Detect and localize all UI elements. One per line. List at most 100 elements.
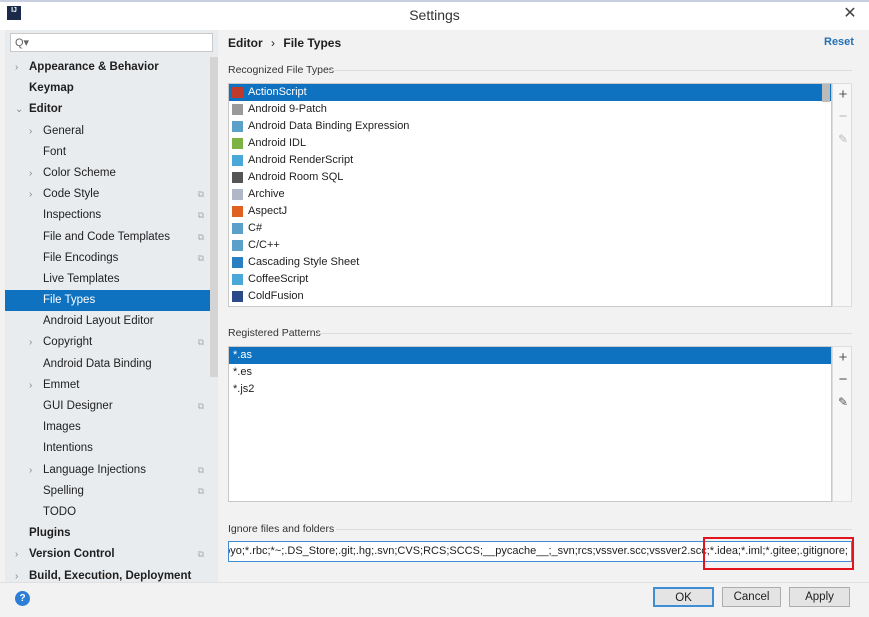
list-item-label: *.as [233, 349, 252, 361]
list-item[interactable]: Archive [229, 186, 831, 203]
file-type-icon [232, 138, 243, 149]
file-type-icon [232, 206, 243, 217]
list-item-label: ColdFusion [248, 290, 304, 302]
sidebar-item-code-style[interactable]: › Code Style ⧉ [5, 184, 210, 205]
recognized-file-types-list: ActionScript Android 9-Patch Android Data … [228, 83, 832, 307]
ignore-label: Ignore files and folders [228, 523, 335, 535]
sidebar-item-file-encodings[interactable]: File Encodings ⧉ [5, 248, 210, 269]
project-scope-icon: ⧉ [197, 210, 204, 221]
sidebar-item-plugins[interactable]: Plugins [5, 523, 210, 544]
list-item[interactable]: Android RenderScript [229, 152, 831, 169]
chevron-right-icon[interactable]: › [29, 332, 32, 353]
chevron-right-icon[interactable]: › [15, 566, 18, 587]
list-item[interactable]: CoffeeScript [229, 271, 831, 288]
breadcrumb: Editor › File Types [228, 36, 341, 50]
list-item[interactable]: C/C++ [229, 237, 831, 254]
sidebar-item-gui-designer[interactable]: GUI Designer ⧉ [5, 396, 210, 417]
sidebar-item-editor[interactable]: ⌄ Editor [5, 99, 210, 120]
list-item-label: CoffeeScript [248, 273, 309, 285]
list-item-label: Cascading Style Sheet [248, 256, 360, 268]
settings-tree: › Appearance & Behavior Keymap ⌄ Editor › Gene… [5, 57, 218, 587]
window-title: Settings [409, 7, 460, 23]
sidebar-item-label: Font [43, 145, 67, 158]
sidebar-item-images[interactable]: Images [5, 417, 210, 438]
search-input[interactable]: Q▾ [10, 33, 213, 52]
sidebar-item-label: Appearance & Behavior [29, 61, 159, 73]
sidebar-item-file-and-code-templates[interactable]: File and Code Templates ⧉ [5, 227, 210, 248]
sidebar-item-label: Android Data Binding [43, 357, 152, 370]
chevron-right-icon[interactable]: › [15, 544, 18, 565]
list-item[interactable]: *.as [229, 347, 831, 364]
sidebar-item-label: Editor [29, 103, 63, 116]
list-item[interactable]: Android Data Binding Expression [229, 118, 831, 135]
list-scrollbar[interactable] [822, 84, 830, 102]
file-type-icon [232, 104, 243, 115]
list-item[interactable]: C# [229, 220, 831, 237]
sidebar-item-language-injections[interactable]: › Language Injections ⧉ [5, 460, 210, 481]
sidebar-item-label: Emmet [43, 378, 80, 391]
sidebar-item-label: Keymap [29, 82, 74, 95]
sidebar-item-general[interactable]: › General [5, 121, 210, 142]
chevron-down-icon[interactable]: ⌄ [15, 99, 23, 120]
list-item-label: *.es [233, 366, 252, 378]
ok-button[interactable]: OK [653, 587, 714, 607]
sidebar-item-spelling[interactable]: Spelling ⧉ [5, 481, 210, 502]
sidebar-item-label: Inspections [43, 209, 102, 222]
sidebar-item-android-layout-editor[interactable]: Android Layout Editor [5, 311, 210, 332]
sidebar-item-live-templates[interactable]: Live Templates [5, 269, 210, 290]
add-pattern-button[interactable]: + [833, 347, 853, 369]
sidebar-item-emmet[interactable]: › Emmet [5, 375, 210, 396]
sidebar-item-inspections[interactable]: Inspections ⧉ [5, 205, 210, 226]
sidebar-item-copyright[interactable]: › Copyright ⧉ [5, 332, 210, 353]
sidebar-item-build-execution-deployment[interactable]: › Build, Execution, Deployment [5, 566, 210, 587]
sidebar-item-keymap[interactable]: Keymap [5, 78, 210, 99]
list-item[interactable]: *.js2 [229, 381, 831, 398]
add-file-type-button[interactable]: + [833, 84, 853, 106]
chevron-right-icon[interactable]: › [15, 57, 18, 78]
remove-file-type-button[interactable]: − [833, 106, 853, 128]
sidebar-item-todo[interactable]: TODO [5, 502, 210, 523]
list-item[interactable]: ActionScript [229, 84, 831, 101]
registered-patterns-list: *.as *.es *.js2 [228, 346, 832, 502]
sidebar-item-label: Android Layout Editor [43, 315, 154, 328]
edit-file-type-button[interactable]: ✎ [833, 128, 853, 150]
list-item[interactable]: ColdFusion [229, 288, 831, 305]
list-item[interactable]: *.es [229, 364, 831, 381]
breadcrumb-parent[interactable]: Editor [228, 36, 263, 50]
list-item[interactable]: AspectJ [229, 203, 831, 220]
apply-button[interactable]: Apply [789, 587, 850, 607]
file-type-icon [232, 189, 243, 200]
sidebar-scrollbar[interactable] [210, 57, 218, 377]
sidebar-item-appearance-behavior[interactable]: › Appearance & Behavior [5, 57, 210, 78]
chevron-right-icon[interactable]: › [29, 163, 32, 184]
chevron-right-icon[interactable]: › [29, 375, 32, 396]
list-item[interactable]: Android Room SQL [229, 169, 831, 186]
project-scope-icon: ⧉ [197, 464, 204, 475]
chevron-right-icon[interactable]: › [29, 121, 32, 142]
cancel-button[interactable]: Cancel [722, 587, 781, 607]
sidebar-item-label: Code Style [43, 188, 100, 201]
list-item[interactable]: Cascading Style Sheet [229, 254, 831, 271]
list-item-label: Android Room SQL [248, 171, 344, 183]
edit-pattern-button[interactable]: ✎ [833, 391, 853, 413]
sidebar-item-label: General [43, 124, 84, 137]
sidebar-item-version-control[interactable]: › Version Control ⧉ [5, 544, 210, 565]
chevron-right-icon[interactable]: › [29, 184, 32, 205]
file-type-icon [232, 257, 243, 268]
sidebar-item-file-types[interactable]: File Types [5, 290, 218, 312]
file-type-icon [232, 223, 243, 234]
remove-pattern-button[interactable]: − [833, 369, 853, 391]
list-item[interactable]: Android 9-Patch [229, 101, 831, 118]
sidebar-item-font[interactable]: Font [5, 142, 210, 163]
sidebar-item-android-data-binding[interactable]: Android Data Binding [5, 354, 210, 375]
list-item-label: Android Data Binding Expression [248, 120, 410, 132]
sidebar-item-intentions[interactable]: Intentions [5, 438, 210, 459]
sidebar-item-label: Images [43, 421, 81, 434]
reset-link[interactable]: Reset [824, 36, 854, 48]
close-button[interactable]: ✕ [838, 3, 862, 23]
sidebar-item-color-scheme[interactable]: › Color Scheme [5, 163, 210, 184]
chevron-right-icon[interactable]: › [29, 460, 32, 481]
help-icon[interactable]: ? [15, 591, 30, 606]
list-item[interactable]: Android IDL [229, 135, 831, 152]
patterns-label: Registered Patterns [228, 327, 321, 339]
